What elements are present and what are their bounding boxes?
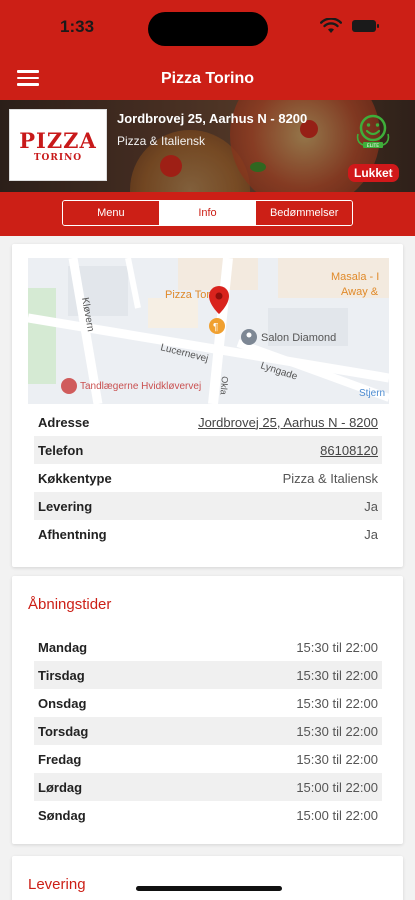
info-value: Ja	[364, 498, 378, 514]
info-label: Adresse	[38, 414, 90, 430]
home-indicator[interactable]	[136, 886, 282, 891]
hours-row: Mandag 15:30 til 22:00	[34, 633, 382, 661]
hours-value: 15:00 til 22:00	[296, 807, 378, 823]
tab-reviews[interactable]: Bedømmelser	[255, 201, 352, 225]
day-label: Tirsdag	[38, 667, 85, 683]
info-label: Telefon	[38, 442, 84, 458]
svg-text:¶: ¶	[213, 322, 218, 333]
info-list: Adresse Jordbrovej 25, Aarhus N - 8200 T…	[34, 408, 382, 548]
status-badge: Lukket	[348, 164, 399, 182]
svg-text:Salon Diamond: Salon Diamond	[261, 332, 336, 344]
svg-text:ELITE: ELITE	[367, 143, 379, 149]
delivery-title: Levering	[28, 876, 86, 893]
info-row-phone: Telefon 86108120	[34, 436, 382, 464]
hours-row: Tirsdag 15:30 til 22:00	[34, 661, 382, 689]
hours-row: Fredag 15:30 til 22:00	[34, 745, 382, 773]
info-label: Afhentning	[38, 526, 107, 542]
hours-value: 15:30 til 22:00	[296, 639, 378, 655]
hours-row: Lørdag 15:00 til 22:00	[34, 773, 382, 801]
info-row-delivery: Levering Ja	[34, 492, 382, 520]
info-row-pickup: Afhentning Ja	[34, 520, 382, 548]
day-label: Lørdag	[38, 779, 83, 795]
restaurant-address: Jordbrovej 25, Aarhus N - 8200	[117, 111, 308, 126]
smiley-elite-icon: ELITE	[356, 114, 390, 149]
info-row-address: Adresse Jordbrovej 25, Aarhus N - 8200	[34, 408, 382, 436]
day-label: Torsdag	[38, 723, 89, 739]
delivery-card: Levering	[12, 856, 403, 900]
wifi-icon	[320, 18, 342, 33]
day-label: Søndag	[38, 807, 86, 823]
svg-text:Masala - I: Masala - I	[331, 271, 379, 283]
hours-row: Onsdag 15:30 til 22:00	[34, 689, 382, 717]
info-label: Køkkentype	[38, 470, 112, 486]
status-bar: 1:33	[0, 0, 415, 56]
segmented-tabs: Menu Info Bedømmelser	[62, 200, 353, 226]
battery-icon	[352, 20, 379, 32]
hours-list: Mandag 15:30 til 22:00 Tirsdag 15:30 til…	[34, 633, 382, 829]
tab-menu[interactable]: Menu	[63, 201, 159, 225]
hours-row: Søndag 15:00 til 22:00	[34, 801, 382, 829]
hours-value: 15:30 til 22:00	[296, 667, 378, 683]
hours-value: 15:30 til 22:00	[296, 695, 378, 711]
opening-hours-title: Åbningstider	[28, 596, 112, 613]
logo-text: PIZZA	[19, 128, 97, 153]
logo-subtext: TORINO	[33, 153, 83, 163]
phone-link[interactable]: 86108120	[320, 443, 378, 458]
dynamic-island	[148, 12, 268, 46]
info-row-cuisine: Køkkentype Pizza & Italiensk	[34, 464, 382, 492]
tab-info[interactable]: Info	[158, 201, 256, 225]
restaurant-category: Pizza & Italiensk	[117, 134, 206, 148]
address-link[interactable]: Jordbrovej 25, Aarhus N - 8200	[198, 415, 378, 430]
info-card: Kløvern Lucernevej Lyngade Okla Pizza To…	[12, 244, 403, 567]
restaurant-logo: PIZZA TORINO	[9, 109, 107, 181]
hours-row: Torsdag 15:30 til 22:00	[34, 717, 382, 745]
hours-value: 15:00 til 22:00	[296, 779, 378, 795]
svg-text:Tandlægerne Hvidkløvervej: Tandlægerne Hvidkløvervej	[80, 381, 201, 392]
location-map[interactable]: Kløvern Lucernevej Lyngade Okla Pizza To…	[28, 258, 389, 404]
svg-text:Okla: Okla	[218, 376, 230, 395]
day-label: Mandag	[38, 639, 88, 655]
page-title: Pizza Torino	[160, 70, 255, 87]
svg-text:Away &: Away &	[341, 286, 379, 298]
opening-hours-card: Åbningstider Mandag 15:30 til 22:00 Tirs…	[12, 576, 403, 844]
info-label: Levering	[38, 498, 93, 514]
hours-value: 15:30 til 22:00	[296, 751, 378, 767]
day-label: Fredag	[38, 751, 82, 767]
info-value: Pizza & Italiensk	[282, 470, 378, 486]
info-value: Ja	[364, 526, 378, 542]
hours-value: 15:30 til 22:00	[296, 723, 378, 739]
status-time: 1:33	[60, 17, 95, 36]
day-label: Onsdag	[38, 695, 87, 711]
svg-text:Stjern: Stjern	[359, 388, 385, 399]
